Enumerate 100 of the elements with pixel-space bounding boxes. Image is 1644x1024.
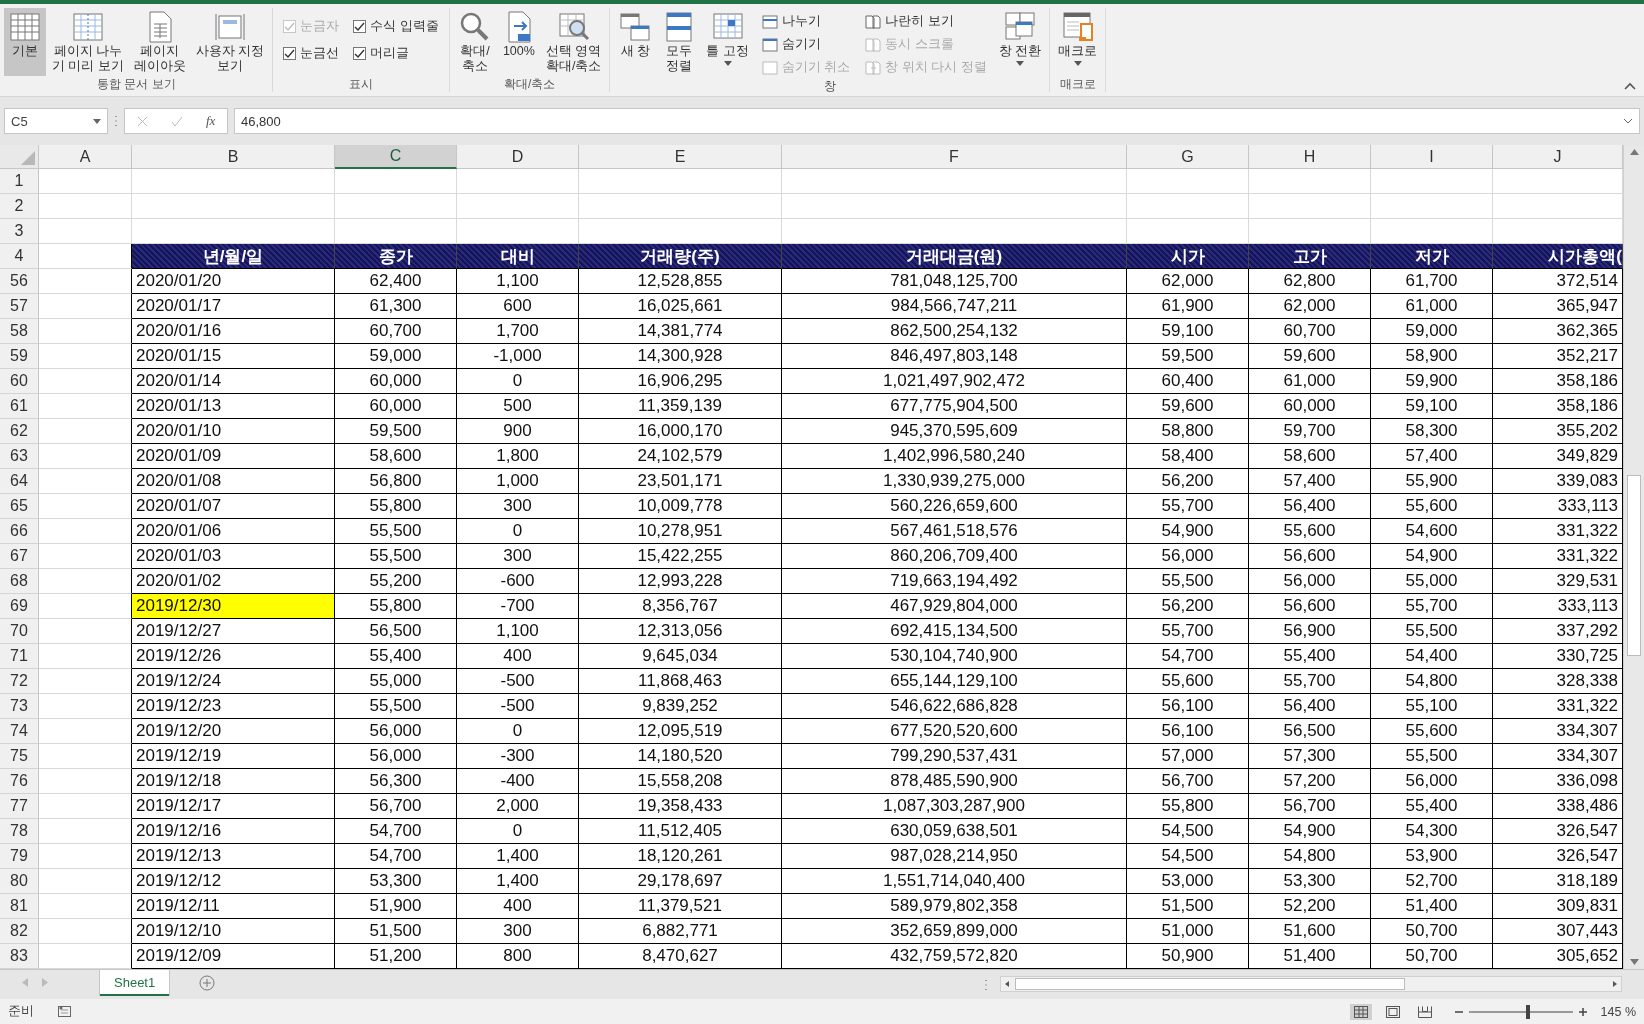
table-cell: 59,600 — [1127, 394, 1249, 419]
row-header[interactable]: 64 — [0, 469, 39, 494]
table-cell: 1,087,303,287,900 — [782, 794, 1127, 819]
row-header[interactable]: 68 — [0, 569, 39, 594]
column-header[interactable]: E — [579, 145, 782, 169]
checkbox-option[interactable]: 수식 입력줄 — [353, 18, 439, 35]
ribbon-button[interactable]: 틀 고정 — [702, 8, 753, 76]
ribbon-button[interactable]: 선택 영역 확대/축소 — [541, 8, 606, 76]
column-header[interactable]: J — [1493, 145, 1623, 169]
vertical-scrollbar[interactable] — [1623, 145, 1644, 969]
name-box[interactable]: C5 — [4, 108, 108, 134]
table-cell: 56,100 — [1127, 694, 1249, 719]
expand-chevron-icon[interactable] — [1623, 118, 1633, 124]
header-cell: 거래량(주) — [579, 244, 782, 269]
scroll-thumb[interactable] — [1015, 978, 1405, 990]
horizontal-scrollbar[interactable] — [1000, 976, 1622, 992]
ribbon-button[interactable]: 나누기 — [758, 11, 853, 32]
row-header[interactable]: 77 — [0, 794, 39, 819]
row-header[interactable]: 2 — [0, 194, 39, 219]
add-sheet-button[interactable] — [199, 975, 216, 991]
table-cell: 300 — [457, 544, 579, 569]
table-cell: 2019/12/18 — [132, 769, 335, 794]
row-header[interactable]: 4 — [0, 244, 39, 269]
column-header[interactable]: C — [335, 145, 457, 169]
table-cell: 600 — [457, 294, 579, 319]
column-header[interactable]: I — [1371, 145, 1493, 169]
row-header[interactable]: 60 — [0, 369, 39, 394]
cancel-icon[interactable] — [136, 115, 148, 127]
column-header[interactable]: B — [132, 145, 335, 169]
row-header[interactable]: 73 — [0, 694, 39, 719]
macro-record-icon[interactable] — [58, 1005, 72, 1018]
row-header[interactable]: 61 — [0, 394, 39, 419]
column-header[interactable]: F — [782, 145, 1127, 169]
row-header[interactable]: 59 — [0, 344, 39, 369]
column-header[interactable]: H — [1249, 145, 1371, 169]
ribbon-button[interactable]: 페이지 레이아웃 — [129, 8, 190, 76]
check-icon[interactable] — [170, 115, 183, 127]
row-header[interactable]: 67 — [0, 544, 39, 569]
zoom-level[interactable]: 145 % — [1600, 1004, 1636, 1019]
formula-input[interactable]: 46,800 — [234, 108, 1640, 134]
ribbon-button[interactable]: 사용자 지정 보기 — [191, 8, 269, 76]
scroll-thumb[interactable] — [1627, 475, 1641, 656]
ribbon-button[interactable]: 확대/ 축소 — [453, 8, 496, 76]
ribbon-button[interactable]: 페이지 나누 기 미리 보기 — [48, 8, 128, 76]
row-header[interactable]: 83 — [0, 944, 39, 969]
collapse-icon[interactable] — [1624, 82, 1636, 90]
table-cell: 55,800 — [1127, 794, 1249, 819]
row-header[interactable]: 74 — [0, 719, 39, 744]
view-button[interactable] — [1349, 1003, 1372, 1020]
table-cell: 60,000 — [1249, 394, 1371, 419]
row-header[interactable]: 63 — [0, 444, 39, 469]
row-header[interactable]: 81 — [0, 894, 39, 919]
row-header[interactable]: 56 — [0, 269, 39, 294]
row-header[interactable]: 66 — [0, 519, 39, 544]
ribbon-button[interactable]: 100% — [497, 8, 540, 76]
table-cell: 54,800 — [1371, 669, 1493, 694]
table-cell: 2020/01/09 — [132, 444, 335, 469]
ribbon-button[interactable]: 매크로 — [1054, 8, 1102, 76]
drag-handle-icon[interactable] — [984, 979, 988, 991]
drag-handle-icon[interactable] — [114, 115, 118, 127]
column-header[interactable]: D — [457, 145, 579, 169]
dropdown-arrow-icon[interactable] — [93, 118, 101, 124]
row-header[interactable]: 82 — [0, 919, 39, 944]
row-header[interactable]: 1 — [0, 169, 39, 194]
ribbon-button[interactable]: 창 전환 — [994, 8, 1046, 76]
row-header[interactable]: 3 — [0, 219, 39, 244]
row-header[interactable]: 79 — [0, 844, 39, 869]
plus-icon[interactable] — [1578, 1007, 1587, 1016]
row-header[interactable]: 78 — [0, 819, 39, 844]
table-cell: 58,900 — [1371, 344, 1493, 369]
insert-function-button[interactable]: fx — [206, 113, 216, 129]
table-cell: 16,000,170 — [579, 419, 782, 444]
row-header[interactable]: 71 — [0, 644, 39, 669]
row-header[interactable]: 70 — [0, 619, 39, 644]
row-header[interactable]: 65 — [0, 494, 39, 519]
column-header[interactable]: A — [39, 145, 132, 169]
zoom-slider-thumb[interactable] — [1525, 1004, 1530, 1019]
checkbox-option[interactable]: 머리글 — [353, 45, 439, 62]
row-header[interactable]: 76 — [0, 769, 39, 794]
sheet-tab[interactable]: Sheet1 — [100, 970, 170, 996]
ribbon-button[interactable]: 나란히 보기 — [862, 11, 989, 32]
row-header[interactable]: 80 — [0, 869, 39, 894]
checkbox-option[interactable]: 눈금선 — [283, 45, 340, 62]
ribbon-button[interactable]: 모두 정렬 — [658, 8, 701, 76]
row-header[interactable]: 69 — [0, 594, 39, 619]
scroll-up-icon[interactable] — [1629, 149, 1639, 155]
row-header[interactable]: 72 — [0, 669, 39, 694]
ribbon-button[interactable]: 새 창 — [614, 8, 657, 76]
table-cell: 54,500 — [1127, 819, 1249, 844]
table-cell: 326,547 — [1493, 844, 1623, 869]
column-header[interactable]: G — [1127, 145, 1249, 169]
row-header[interactable]: 62 — [0, 419, 39, 444]
ribbon-button[interactable]: 기본 — [4, 8, 46, 76]
ribbon-button[interactable]: 숨기기 — [758, 34, 853, 55]
table-cell: 56,700 — [335, 794, 457, 819]
row-header[interactable]: 75 — [0, 744, 39, 769]
row-header[interactable]: 57 — [0, 294, 39, 319]
table-cell: 365,947 — [1493, 294, 1623, 319]
row-header[interactable]: 58 — [0, 319, 39, 344]
scroll-down-icon[interactable] — [1629, 959, 1639, 965]
